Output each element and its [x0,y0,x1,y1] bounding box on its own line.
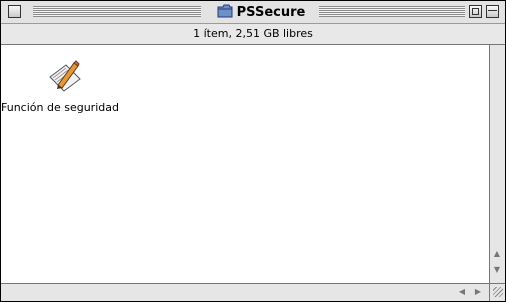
resize-grip-icon[interactable] [489,283,505,301]
folder-icon [217,4,233,23]
window-title-text: PSSecure [236,5,306,20]
document-pencil-icon[interactable] [44,59,84,101]
zoom-box[interactable] [469,5,482,18]
close-box[interactable] [8,5,21,18]
info-bar: 1 ítem, 2,51 GB libres [1,24,505,45]
scroll-left-arrow-icon[interactable]: ◀ [455,285,469,299]
file-label: Función de seguridad [1,101,119,114]
title-stripes-left [33,6,201,17]
scroll-down-arrow-icon[interactable]: ▼ [490,263,504,277]
finder-window: PSSecure 1 ítem, 2,51 GB libres Función … [0,0,506,302]
collapse-box[interactable] [486,5,499,18]
content-area[interactable]: Función de seguridad [1,45,489,283]
scroll-up-arrow-icon[interactable]: ▲ [490,247,504,261]
info-text: 1 ítem, 2,51 GB libres [193,27,313,40]
vertical-scrollbar[interactable]: ▲ ▼ [489,45,505,283]
window-title: PSSecure [206,4,316,20]
title-stripes-right [319,6,465,17]
file-item[interactable]: Función de seguridad [1,59,131,123]
scroll-right-arrow-icon[interactable]: ▶ [471,285,485,299]
horizontal-scrollbar[interactable]: ◀ ▶ [1,283,489,301]
title-bar[interactable]: PSSecure [1,1,505,24]
